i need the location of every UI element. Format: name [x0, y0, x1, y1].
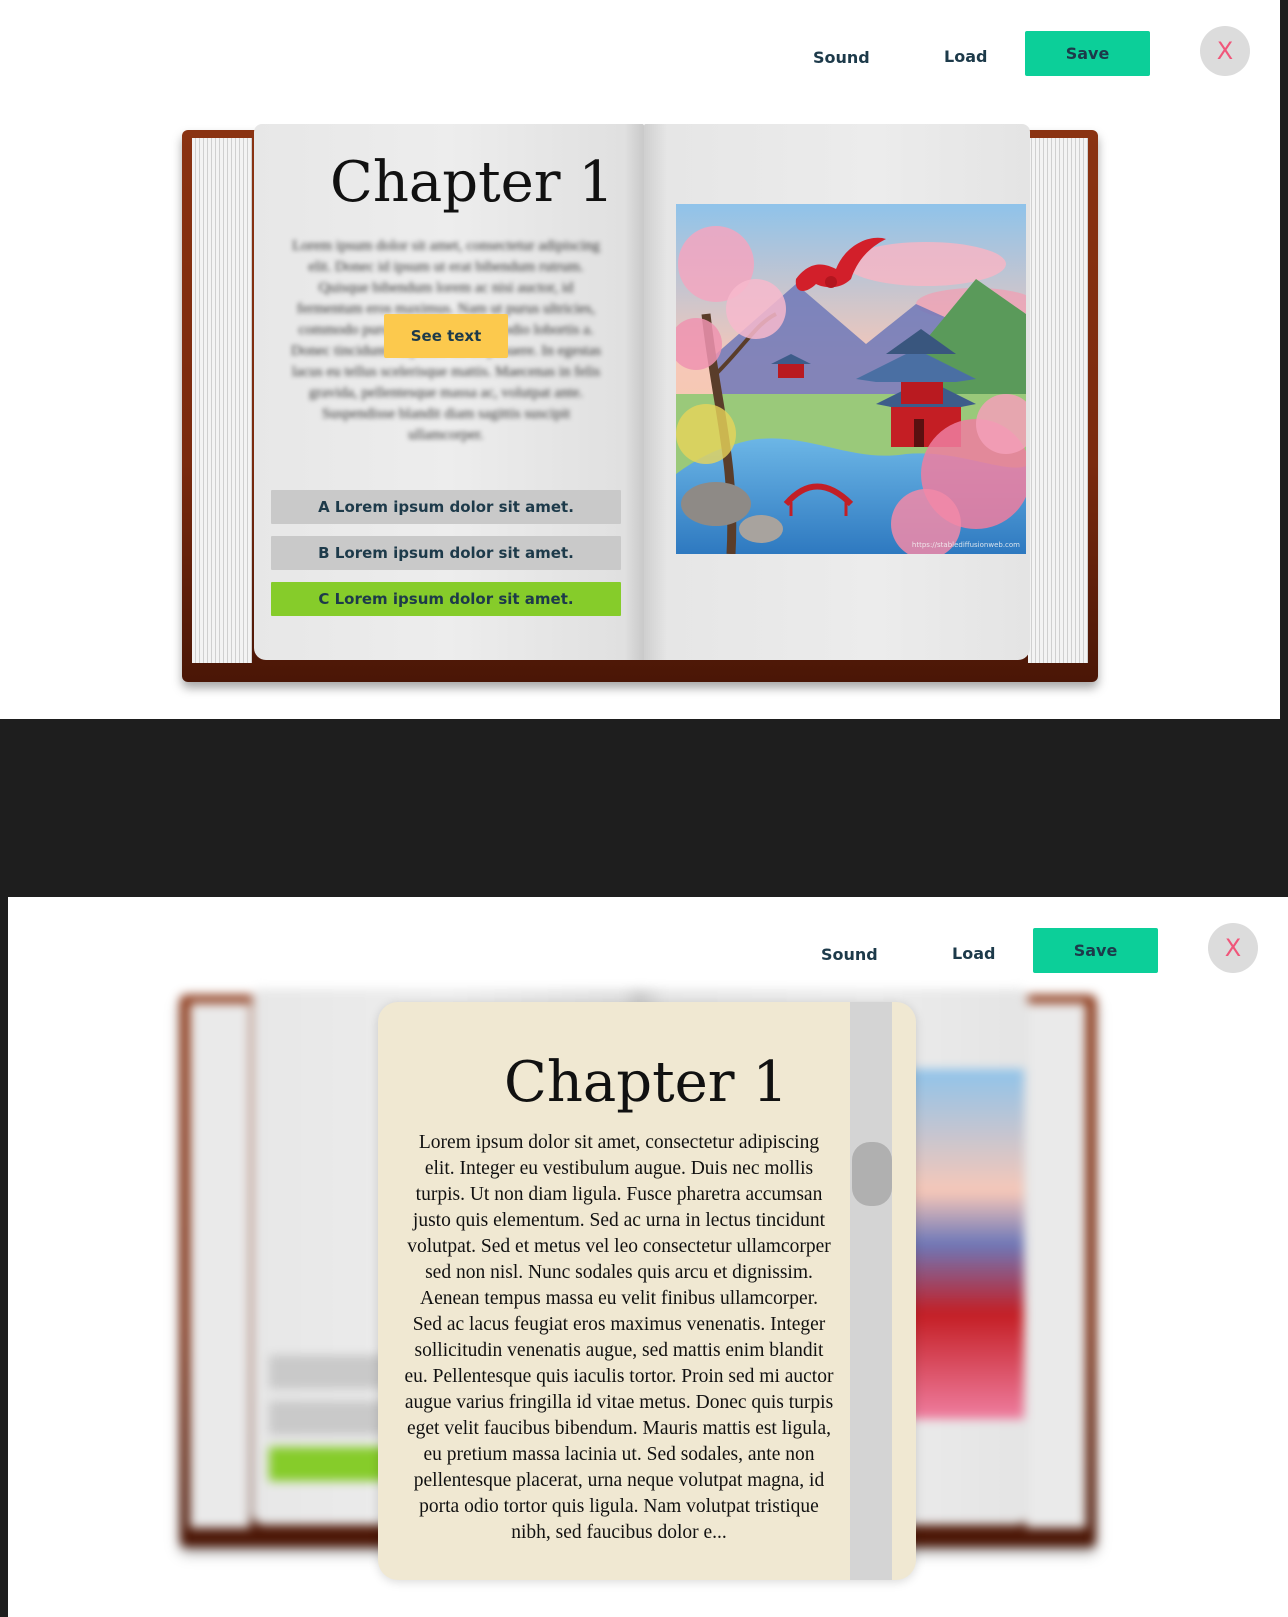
close-button[interactable]: X: [1200, 26, 1250, 76]
page-edges-right: [1028, 138, 1088, 663]
save-button[interactable]: Save: [1025, 31, 1150, 76]
choice-c-button[interactable]: C Lorem ipsum dolor sit amet.: [271, 582, 621, 616]
chapter-text-modal: Chapter 1 Lorem ipsum dolor sit amet, co…: [378, 1002, 916, 1580]
load-button[interactable]: Load: [952, 944, 995, 963]
modal-chapter-text: Lorem ipsum dolor sit amet, consectetur …: [404, 1132, 834, 1543]
close-button[interactable]: X: [1208, 923, 1258, 973]
right-page: https://stablediffusionweb.com: [644, 124, 1036, 660]
see-text-button[interactable]: See text: [384, 314, 508, 358]
open-book: Chapter 1 Lorem ipsum dolor sit amet, co…: [180, 112, 1100, 682]
chapter-illustration: https://stablediffusionweb.com: [670, 204, 1036, 559]
save-button[interactable]: Save: [1033, 928, 1158, 973]
left-page: Chapter 1 Lorem ipsum dolor sit amet, co…: [254, 124, 644, 660]
landscape-illustration: https://stablediffusionweb.com: [670, 204, 1036, 559]
modal-scrollbar[interactable]: [850, 1002, 892, 1580]
chapter-title: Chapter 1: [330, 150, 614, 215]
modal-chapter-title: Chapter 1: [504, 1050, 788, 1115]
game-screen-book-view: Sound Load Save X Chapter 1 Lorem ipsum …: [0, 0, 1280, 719]
page-edges-left: [190, 1003, 250, 1528]
illustration-caption: https://stablediffusionweb.com: [912, 541, 1020, 549]
choice-b-button[interactable]: B Lorem ipsum dolor sit amet.: [271, 536, 621, 570]
page-edges-right: [1026, 1003, 1086, 1528]
choice-a-button[interactable]: A Lorem ipsum dolor sit amet.: [271, 490, 621, 524]
load-button[interactable]: Load: [944, 47, 987, 66]
modal-scrollbar-thumb[interactable]: [852, 1142, 892, 1206]
sound-button[interactable]: Sound: [821, 945, 878, 964]
game-screen-text-modal-view: Sound Load Save X Chapter 1 Lorem ipsum …: [8, 897, 1288, 1617]
page-edges-left: [192, 138, 252, 663]
sound-button[interactable]: Sound: [813, 48, 870, 67]
